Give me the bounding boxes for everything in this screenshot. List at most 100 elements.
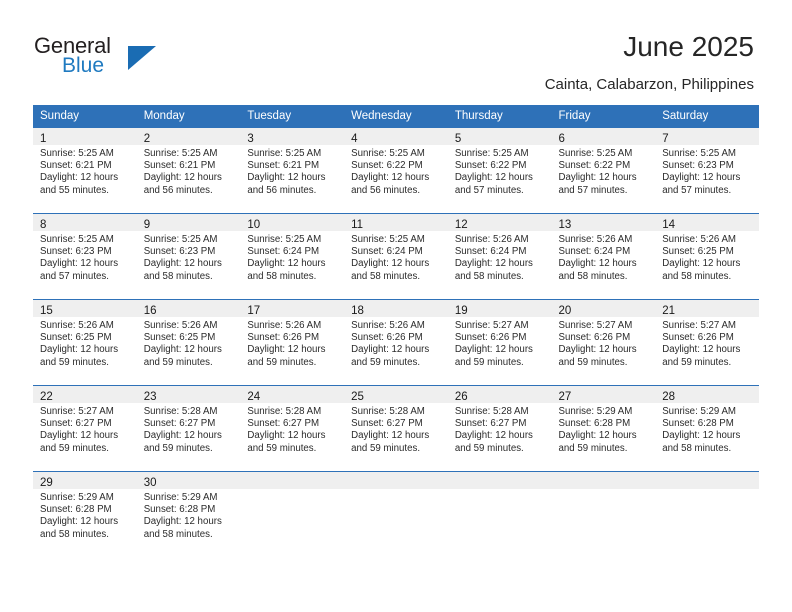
day-number: 1	[40, 133, 47, 145]
sunset-text: Sunset: 6:24 PM	[454, 246, 527, 258]
weekday-header-tuesday: Tuesday	[240, 105, 345, 127]
calendar-week-row: 15 Sunrise: 5:26 AM Sunset: 6:25 PM Dayligh…	[33, 299, 759, 385]
calendar-day-cell[interactable]: 13 Sunrise: 5:26 AM Sunset: 6:24 PM Dayligh…	[551, 213, 656, 299]
sunrise-text: Sunrise: 5:25 AM	[351, 234, 425, 245]
sunset-text: Sunset: 6:26 PM	[662, 332, 734, 344]
calendar-day-cell[interactable]: 5 Sunrise: 5:25 AM Sunset: 6:22 PM Daylight…	[447, 127, 552, 213]
daylight-text-line1: Daylight: 12 hours	[40, 172, 119, 184]
daylight-text-line1: Daylight: 12 hours	[454, 172, 533, 184]
day-number: 4	[351, 133, 358, 145]
calendar-day-cell[interactable]: 7 Sunrise: 5:25 AM Sunset: 6:23 PM Daylight…	[655, 127, 759, 213]
sunrise-text: Sunrise: 5:25 AM	[40, 234, 114, 245]
daylight-text-line2: and 58 minutes.	[558, 270, 628, 282]
sunrise-text: Sunrise: 5:26 AM	[247, 320, 322, 331]
daylight-text-line2: and 56 minutes.	[247, 184, 317, 196]
calendar-day-cell[interactable]: 9 Sunrise: 5:25 AM Sunset: 6:23 PM Daylight…	[136, 213, 241, 299]
day-number: 11	[351, 219, 364, 231]
daylight-text-line2: and 57 minutes.	[662, 184, 732, 196]
calendar-day-cell[interactable]: 8 Sunrise: 5:25 AM Sunset: 6:23 PM Daylight…	[33, 213, 137, 299]
calendar-day-cell[interactable]: 19 Sunrise: 5:27 AM Sunset: 6:26 PM Dayligh…	[447, 299, 552, 385]
calendar-day-cell[interactable]: 14 Sunrise: 5:26 AM Sunset: 6:25 PM Dayligh…	[655, 213, 759, 299]
calendar-day-cell[interactable]: 29 Sunrise: 5:29 AM Sunset: 6:28 PM Dayligh…	[33, 471, 137, 557]
brand-logo[interactable]: General Blue	[34, 33, 184, 83]
sunset-text: Sunset: 6:22 PM	[351, 160, 423, 172]
weekday-header-sunday: Sunday	[33, 105, 137, 127]
daylight-text-line2: and 59 minutes.	[247, 356, 317, 368]
day-number: 23	[143, 391, 157, 403]
sunset-text: Sunset: 6:23 PM	[143, 246, 216, 258]
sunrise-text: Sunrise: 5:25 AM	[558, 148, 633, 159]
sunrise-text: Sunrise: 5:25 AM	[40, 148, 114, 159]
day-number: 12	[454, 219, 468, 231]
daylight-text-line1: Daylight: 12 hours	[454, 258, 533, 270]
sunrise-text: Sunrise: 5:27 AM	[40, 406, 114, 417]
daylight-text-line1: Daylight: 12 hours	[143, 516, 222, 528]
calendar-day-cell[interactable]: 23 Sunrise: 5:28 AM Sunset: 6:27 PM Dayligh…	[136, 385, 241, 471]
sunset-text: Sunset: 6:24 PM	[247, 246, 320, 258]
calendar-day-cell-empty	[447, 471, 552, 557]
day-number: 5	[454, 133, 462, 145]
daylight-text-line1: Daylight: 12 hours	[662, 172, 741, 184]
calendar-day-cell[interactable]: 26 Sunrise: 5:28 AM Sunset: 6:27 PM Dayligh…	[447, 385, 552, 471]
calendar-day-cell[interactable]: 22 Sunrise: 5:27 AM Sunset: 6:27 PM Dayligh…	[33, 385, 137, 471]
sunset-text: Sunset: 6:23 PM	[662, 160, 734, 172]
daylight-text-line2: and 57 minutes.	[558, 184, 628, 196]
calendar-day-cell[interactable]: 10 Sunrise: 5:25 AM Sunset: 6:24 PM Dayligh…	[240, 213, 345, 299]
sunrise-text: Sunrise: 5:27 AM	[454, 320, 529, 331]
calendar-day-cell[interactable]: 18 Sunrise: 5:26 AM Sunset: 6:26 PM Dayligh…	[344, 299, 448, 385]
calendar-day-cell[interactable]: 17 Sunrise: 5:26 AM Sunset: 6:26 PM Dayligh…	[240, 299, 345, 385]
sunrise-text: Sunrise: 5:27 AM	[558, 320, 633, 331]
sunset-text: Sunset: 6:22 PM	[454, 160, 527, 172]
day-number: 13	[558, 219, 572, 231]
daylight-text-line1: Daylight: 12 hours	[558, 430, 637, 442]
day-number: 29	[40, 477, 53, 489]
daylight-text-line1: Daylight: 12 hours	[247, 430, 326, 442]
daylight-text-line1: Daylight: 12 hours	[247, 172, 326, 184]
daylight-text-line2: and 58 minutes.	[662, 270, 732, 282]
calendar-day-cell[interactable]: 1 Sunrise: 5:25 AM Sunset: 6:21 PM Daylight…	[33, 127, 137, 213]
sunrise-text: Sunrise: 5:25 AM	[247, 234, 322, 245]
sunrise-text: Sunrise: 5:26 AM	[143, 320, 218, 331]
calendar-day-cell[interactable]: 27 Sunrise: 5:29 AM Sunset: 6:28 PM Dayligh…	[551, 385, 656, 471]
sunrise-text: Sunrise: 5:29 AM	[558, 406, 633, 417]
daylight-text-line1: Daylight: 12 hours	[454, 430, 533, 442]
calendar-day-cell[interactable]: 12 Sunrise: 5:26 AM Sunset: 6:24 PM Dayligh…	[447, 213, 552, 299]
calendar-day-cell[interactable]: 4 Sunrise: 5:25 AM Sunset: 6:22 PM Daylight…	[344, 127, 448, 213]
sunset-text: Sunset: 6:27 PM	[351, 418, 423, 430]
day-number: 19	[454, 305, 468, 317]
day-number: 15	[40, 305, 53, 317]
sunset-text: Sunset: 6:21 PM	[247, 160, 320, 172]
calendar-day-cell[interactable]: 3 Sunrise: 5:25 AM Sunset: 6:21 PM Daylight…	[240, 127, 345, 213]
calendar-day-cell[interactable]: 2 Sunrise: 5:25 AM Sunset: 6:21 PM Daylight…	[136, 127, 241, 213]
calendar-day-cell[interactable]: 16 Sunrise: 5:26 AM Sunset: 6:25 PM Dayligh…	[136, 299, 241, 385]
day-number: 26	[454, 391, 468, 403]
sunrise-text: Sunrise: 5:26 AM	[662, 234, 736, 245]
calendar-day-cell[interactable]: 20 Sunrise: 5:27 AM Sunset: 6:26 PM Dayligh…	[551, 299, 656, 385]
page-title: June 2025	[623, 31, 754, 62]
daylight-text-line2: and 59 minutes.	[40, 442, 109, 454]
calendar-day-cell[interactable]: 15 Sunrise: 5:26 AM Sunset: 6:25 PM Dayligh…	[33, 299, 137, 385]
day-number: 2	[143, 133, 151, 145]
calendar-day-cell[interactable]: 28 Sunrise: 5:29 AM Sunset: 6:28 PM Dayligh…	[655, 385, 759, 471]
calendar-day-cell[interactable]: 11 Sunrise: 5:25 AM Sunset: 6:24 PM Dayligh…	[344, 213, 448, 299]
calendar-day-cell[interactable]: 6 Sunrise: 5:25 AM Sunset: 6:22 PM Daylight…	[551, 127, 656, 213]
sunset-text: Sunset: 6:28 PM	[558, 418, 631, 430]
sunset-text: Sunset: 6:23 PM	[40, 246, 112, 258]
daylight-text-line2: and 55 minutes.	[40, 184, 109, 196]
calendar-day-cell[interactable]: 21 Sunrise: 5:27 AM Sunset: 6:26 PM Dayligh…	[655, 299, 759, 385]
sunset-text: Sunset: 6:21 PM	[143, 160, 216, 172]
daylight-text-line1: Daylight: 12 hours	[351, 172, 430, 184]
sunset-text: Sunset: 6:21 PM	[40, 160, 112, 172]
sunrise-text: Sunrise: 5:25 AM	[662, 148, 736, 159]
sunset-text: Sunset: 6:26 PM	[247, 332, 320, 344]
daylight-text-line2: and 59 minutes.	[351, 356, 421, 368]
sunset-text: Sunset: 6:25 PM	[40, 332, 112, 344]
calendar-day-cell[interactable]: 25 Sunrise: 5:28 AM Sunset: 6:27 PM Dayligh…	[344, 385, 448, 471]
daylight-text-line1: Daylight: 12 hours	[662, 258, 741, 270]
daylight-text-line2: and 59 minutes.	[454, 356, 524, 368]
daylight-text-line2: and 59 minutes.	[558, 356, 628, 368]
daylight-text-line2: and 58 minutes.	[662, 442, 732, 454]
sunrise-text: Sunrise: 5:25 AM	[454, 148, 529, 159]
calendar-day-cell[interactable]: 30 Sunrise: 5:29 AM Sunset: 6:28 PM Dayligh…	[136, 471, 241, 557]
calendar-day-cell[interactable]: 24 Sunrise: 5:28 AM Sunset: 6:27 PM Dayligh…	[240, 385, 345, 471]
